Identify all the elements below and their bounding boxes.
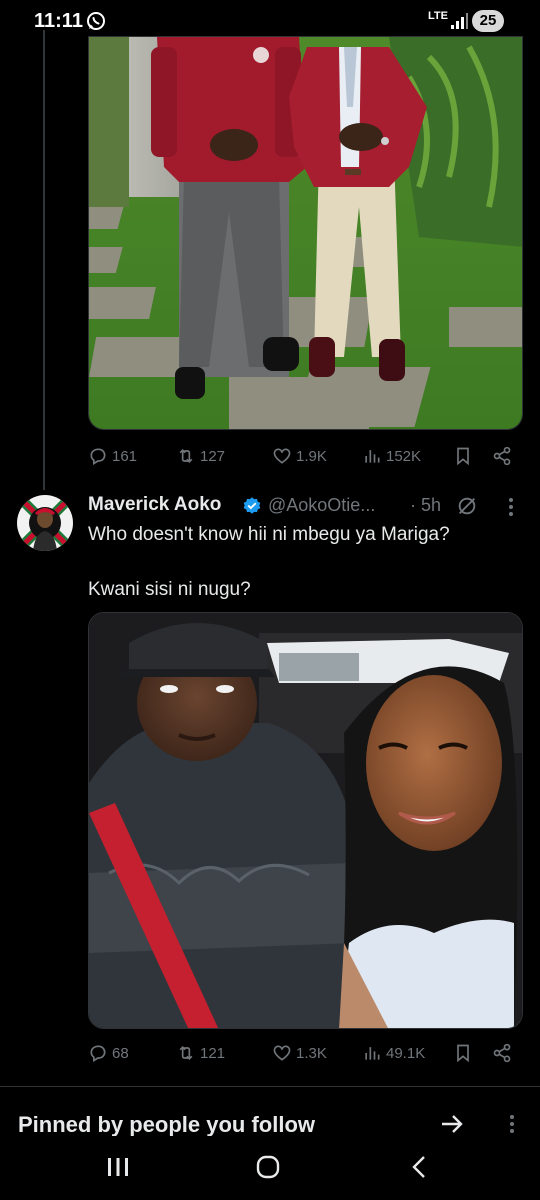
verified-icon <box>243 497 261 514</box>
bookmark-icon <box>457 447 469 466</box>
reply-count: 68 <box>112 1044 129 1062</box>
network-type: LTE <box>428 10 448 22</box>
section-divider <box>0 1086 540 1087</box>
share-button[interactable] <box>492 1040 512 1066</box>
bookmark-button[interactable] <box>453 1040 473 1066</box>
retweet-count: 127 <box>200 447 226 465</box>
tweet-2-header: Maverick Aoko @AokoOtie... · 5h <box>88 494 528 520</box>
reply-button[interactable]: 68 <box>88 1040 129 1066</box>
share-button[interactable] <box>492 443 512 469</box>
battery-indicator: 25 <box>472 10 504 32</box>
arrow-right-icon[interactable] <box>440 1113 464 1135</box>
like-icon <box>273 448 291 464</box>
back-icon[interactable] <box>410 1154 428 1180</box>
like-button[interactable]: 1.3K <box>272 1040 327 1066</box>
tweet-1-photo[interactable] <box>88 36 523 430</box>
like-count: 1.9K <box>296 447 327 465</box>
views-count: 49.1K <box>386 1044 426 1062</box>
bookmark-button[interactable] <box>453 443 473 469</box>
pinned-section-title[interactable]: Pinned by people you follow <box>18 1112 315 1138</box>
system-nav-bar <box>0 1136 540 1200</box>
tweet-2-actions: 68 121 1.3K 49.1K <box>88 1040 523 1070</box>
author-name[interactable]: Maverick Aoko <box>88 494 221 516</box>
views-button[interactable]: 152K <box>362 443 421 469</box>
reply-icon <box>90 1045 106 1062</box>
retweet-icon <box>179 448 193 464</box>
views-icon <box>365 450 380 463</box>
retweet-button[interactable]: 127 <box>176 443 225 469</box>
tweet-1-actions: 161 127 1.9K 152K <box>88 443 523 473</box>
tweet-2-text-line-1: Who doesn't know hii ni mbegu ya Mariga? <box>88 524 450 545</box>
share-icon <box>493 446 511 466</box>
views-count: 152K <box>386 447 422 465</box>
tweet-2-text-line-2: Kwani sisi ni nugu? <box>88 579 251 600</box>
bookmark-icon <box>457 1044 469 1063</box>
reply-count: 161 <box>112 447 138 465</box>
like-count: 1.3K <box>296 1044 327 1062</box>
thread-line <box>43 30 45 490</box>
author-handle[interactable]: @AokoOtie... <box>268 495 375 516</box>
reply-icon <box>90 448 106 465</box>
author-avatar[interactable] <box>17 495 73 551</box>
views-button[interactable]: 49.1K <box>362 1040 425 1066</box>
like-button[interactable]: 1.9K <box>272 443 327 469</box>
reply-button[interactable]: 161 <box>88 443 137 469</box>
status-bar: 11:11 LTE 25 <box>0 0 540 40</box>
share-icon <box>493 1043 511 1063</box>
whatsapp-icon <box>87 12 105 30</box>
more-icon[interactable] <box>508 496 514 518</box>
views-icon <box>365 1047 380 1060</box>
signal-icon <box>451 13 468 29</box>
like-icon <box>273 1045 291 1061</box>
recents-icon[interactable] <box>106 1156 130 1178</box>
more-icon[interactable] <box>509 1114 515 1134</box>
retweet-icon <box>179 1045 193 1061</box>
retweet-button[interactable]: 121 <box>176 1040 225 1066</box>
status-time: 11:11 <box>34 10 83 32</box>
grok-icon[interactable] <box>456 495 478 517</box>
tweet-2-photo[interactable] <box>88 612 523 1029</box>
tweet-time[interactable]: · 5h <box>410 495 441 516</box>
retweet-count: 121 <box>200 1044 226 1062</box>
home-icon[interactable] <box>256 1154 280 1180</box>
